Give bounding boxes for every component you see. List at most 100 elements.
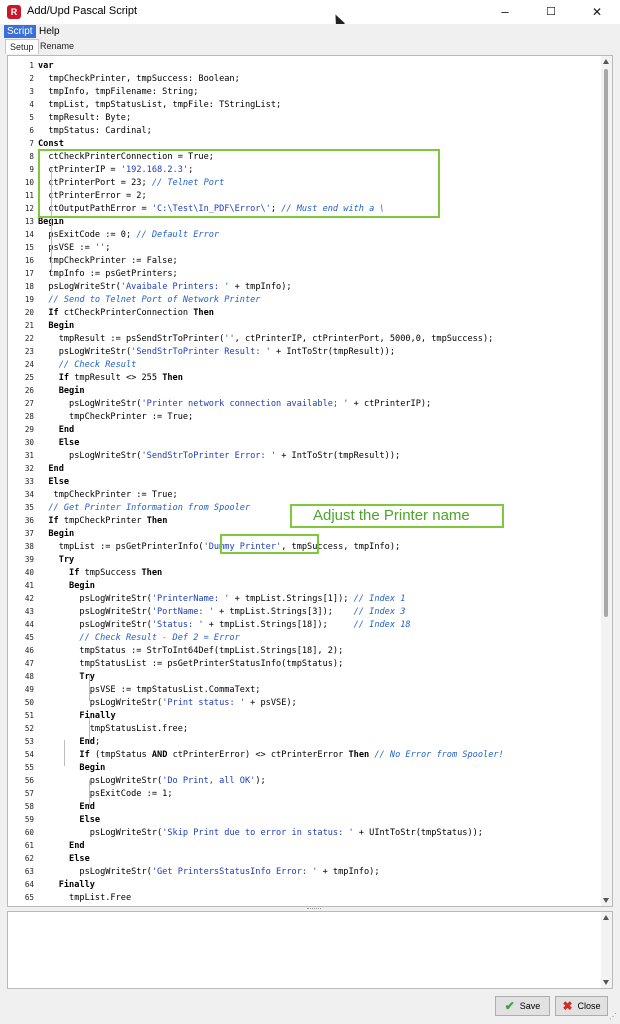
scroll-down-icon[interactable]: [603, 980, 609, 985]
keyword-token: Else: [69, 854, 90, 864]
scroll-thumb[interactable]: [604, 69, 608, 617]
code-token: tmpList := psGetPrinterInfo(: [38, 542, 204, 552]
code-line: 28 tmpCheckPrinter := True;: [8, 410, 602, 423]
line-number: 25: [24, 373, 34, 382]
scroll-down-icon[interactable]: [603, 898, 609, 903]
output-pane[interactable]: [7, 911, 613, 989]
line-number: 51: [24, 711, 34, 720]
scroll-up-icon[interactable]: [603, 915, 609, 920]
keyword-token: Then: [162, 373, 183, 383]
close-window-button[interactable]: ✕: [574, 0, 620, 24]
code-token: tmpList, tmpStatusList, tmpFile: TString…: [38, 100, 282, 110]
line-number: 28: [24, 412, 34, 421]
comment-token: // Index 1: [353, 594, 406, 604]
minimize-button[interactable]: –: [482, 0, 528, 24]
line-number: 56: [24, 776, 34, 785]
line-number: 45: [24, 633, 34, 642]
tab-strip: Setup Rename: [0, 39, 620, 54]
keyword-token: Begin: [48, 321, 75, 331]
line-number: 15: [24, 243, 34, 252]
code-token: tmpResult: Byte;: [38, 113, 132, 123]
code-token: tmpCheckPrinter, tmpSuccess: Boolean;: [38, 74, 240, 84]
line-number: 54: [24, 750, 34, 759]
code-token: psLogWriteStr(: [38, 828, 163, 838]
keyword-token: Then: [348, 750, 370, 760]
line-number: 61: [24, 841, 34, 850]
block-guide: [89, 675, 90, 701]
keyword-token: If: [69, 568, 80, 578]
save-button[interactable]: ✔ Save: [495, 996, 550, 1016]
code-token: + tmpInfo);: [317, 867, 380, 877]
line-number: 11: [24, 191, 34, 200]
line-number: 1: [29, 61, 34, 70]
code-token: + tmpList.Strings[3]);: [213, 607, 354, 617]
line-number: 31: [24, 451, 34, 460]
keyword-token: Try: [58, 555, 75, 565]
code-token: psLogWriteStr(: [38, 776, 163, 786]
string-token: 'PortName: ': [151, 607, 214, 617]
tab-rename[interactable]: Rename: [36, 39, 78, 53]
code-token: ;: [94, 737, 101, 747]
menu-help[interactable]: Help: [36, 25, 63, 38]
keyword-token: Finally: [79, 711, 116, 721]
menu-script[interactable]: Script: [4, 25, 36, 38]
close-button[interactable]: ✖ Close: [555, 996, 608, 1016]
comment-token: // Default Error: [136, 230, 220, 240]
code-token: psExitCode := 0;: [38, 230, 137, 240]
code-token: tmpInfo := psGetPrinters;: [38, 269, 178, 279]
code-line: 24 // Check Result: [8, 358, 602, 371]
line-number: 48: [24, 672, 34, 681]
line-number: 3: [29, 87, 34, 96]
line-number: 57: [24, 789, 34, 798]
keyword-token: Begin: [58, 386, 85, 396]
code-token: + tmpInfo);: [229, 282, 292, 292]
save-label: Save: [519, 1001, 541, 1011]
editor-scrollbar[interactable]: [601, 56, 612, 906]
line-number: 27: [24, 399, 34, 408]
maximize-button[interactable]: ☐: [528, 0, 574, 24]
code-line: 17 tmpInfo := psGetPrinters;: [8, 267, 602, 280]
code-token: tmpStatus: Cardinal;: [38, 126, 152, 136]
keyword-token: If: [48, 308, 59, 318]
code-line: 42 psLogWriteStr('PrinterName: ' + tmpLi…: [8, 592, 602, 605]
keyword-token: Begin: [69, 581, 95, 591]
scroll-up-icon[interactable]: [603, 59, 609, 64]
code-line: 62 Else: [8, 852, 602, 865]
checkmark-icon: ✔: [504, 999, 515, 1013]
code-line: 20 If ctCheckPrinterConnection Then: [8, 306, 602, 319]
line-number: 18: [24, 282, 34, 291]
code-token: tmpResult := psSendStrToPrinter(: [38, 334, 225, 344]
code-token: tmpInfo, tmpFilename: String;: [38, 87, 199, 97]
comment-token: // Get Printer Information from Spooler: [38, 503, 251, 513]
printer-name-highlight-box: [220, 534, 319, 554]
block-guide: [64, 740, 65, 766]
line-number: 12: [24, 204, 34, 213]
code-token: + tmpList.Strings[1]);: [229, 594, 354, 604]
keyword-token: End: [48, 464, 64, 474]
tab-setup[interactable]: Setup: [5, 39, 39, 54]
code-token: psLogWriteStr(: [38, 698, 163, 708]
resize-grip-icon[interactable]: ⋰: [609, 1013, 617, 1021]
output-scrollbar[interactable]: [601, 912, 612, 988]
code-token: tmpCheckPrinter := True;: [38, 412, 194, 422]
string-token: 'Print status: ': [162, 698, 245, 708]
code-line: 6 tmpStatus: Cardinal;: [8, 124, 602, 137]
comment-token: // Check Result - Def 2 = Error: [38, 633, 240, 643]
line-number: 8: [29, 152, 34, 161]
code-line: 45 // Check Result - Def 2 = Error: [8, 631, 602, 644]
code-editor[interactable]: 1 var 2 tmpCheckPrinter, tmpSuccess: Boole…: [7, 55, 613, 907]
line-number: 40: [24, 568, 34, 577]
code-token: tmpCheckPrinter := True;: [38, 490, 178, 500]
line-number: 43: [24, 607, 34, 616]
